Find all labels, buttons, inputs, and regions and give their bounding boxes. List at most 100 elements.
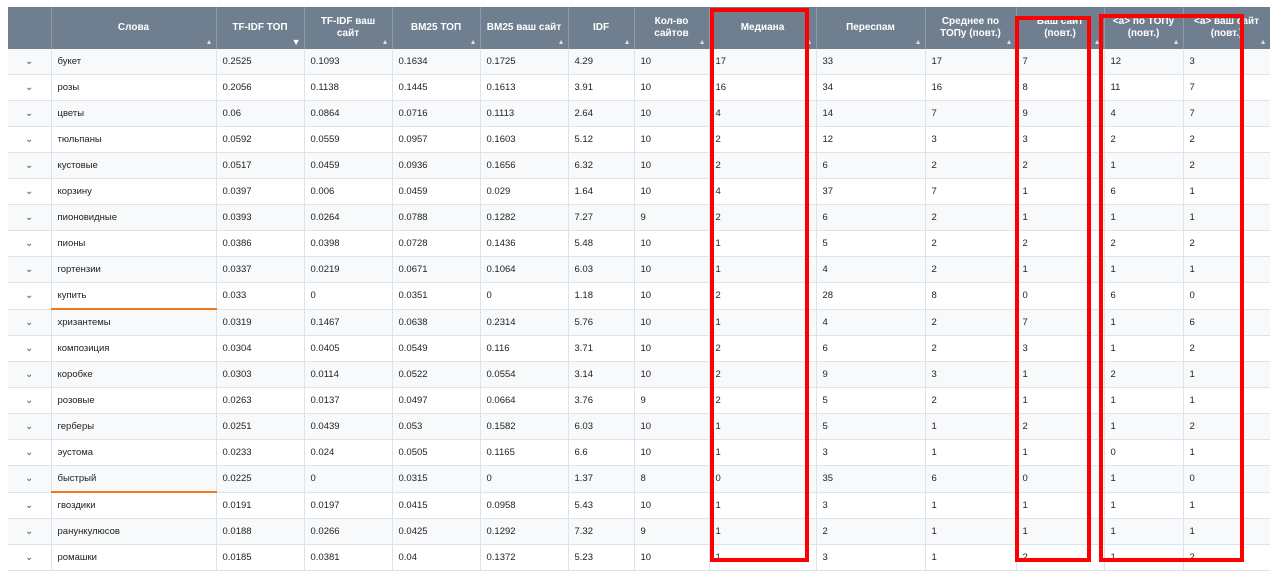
table-row[interactable]: ⌄ коробке 0.0303 0.0114 0.0522 0.0554 3.14 10 2 9…: [8, 361, 1270, 388]
chevron-down-icon[interactable]: ⌄: [8, 230, 52, 257]
chevron-down-icon[interactable]: ⌄: [8, 492, 52, 519]
cell-words: кустовые: [51, 152, 217, 179]
cell-words: купить: [51, 282, 217, 310]
sort-asc-icon[interactable]: ▲: [1173, 39, 1180, 46]
column-header-sites-count[interactable]: Кол-во сайтов ▲: [634, 7, 710, 49]
cell-avg-top: 3: [925, 126, 1017, 153]
table-row[interactable]: ⌄ герберы 0.0251 0.0439 0.053 0.1582 6.03 10 1 5 1…: [8, 413, 1270, 440]
sort-asc-icon[interactable]: ▲: [558, 39, 565, 46]
table-row[interactable]: ⌄ букет 0.2525 0.1093 0.1634 0.1725 4.29 10 17 33…: [8, 49, 1270, 75]
sort-asc-icon[interactable]: ▲: [1094, 39, 1101, 46]
table-row[interactable]: ⌄ кустовые 0.0517 0.0459 0.0936 0.1656 6.32 10 2…: [8, 152, 1270, 179]
cell-bm25-top: 0.0936: [392, 152, 481, 179]
sort-asc-icon[interactable]: ▲: [699, 39, 706, 46]
table-row[interactable]: ⌄ цветы 0.06 0.0864 0.0716 0.1113 2.64 10 4 14 7 9 4…: [8, 100, 1270, 127]
chevron-down-icon[interactable]: ⌄: [8, 309, 52, 336]
table-row[interactable]: ⌄ гвоздики 0.0191 0.0197 0.0415 0.0958 5.43 10 1…: [8, 492, 1270, 519]
chevron-down-icon[interactable]: ⌄: [8, 518, 52, 545]
cell-avg-top: 7: [925, 100, 1017, 127]
table-row[interactable]: ⌄ розовые 0.0263 0.0137 0.0497 0.0664 3.76 9 2 5 2…: [8, 387, 1270, 414]
table-row[interactable]: ⌄ быстрый 0.0225 0 0.0315 0 1.37 8 0 35 6 0 1 0: [8, 465, 1270, 493]
sort-desc-icon[interactable]: ▼: [292, 38, 301, 47]
column-header-label: BM25 ваш сайт: [486, 22, 562, 33]
cell-bm25-top: 0.053: [392, 413, 481, 440]
chevron-down-icon[interactable]: ⌄: [8, 361, 52, 388]
table-row[interactable]: ⌄ розы 0.2056 0.1138 0.1445 0.1613 3.91 10 16 34 1…: [8, 74, 1270, 101]
cell-idf: 6.03: [568, 413, 635, 440]
cell-links-top: 1: [1104, 204, 1184, 231]
chevron-down-icon[interactable]: ⌄: [8, 465, 52, 493]
cell-overspam: 6: [816, 204, 926, 231]
cell-tfidf-top: 0.0303: [216, 361, 305, 388]
column-header-idf[interactable]: IDF ▲: [568, 7, 635, 49]
table-row[interactable]: ⌄ корзину 0.0397 0.006 0.0459 0.029 1.64 10 4 37 7…: [8, 178, 1270, 205]
sort-asc-icon[interactable]: ▲: [1006, 39, 1013, 46]
cell-median: 2: [709, 152, 817, 179]
cell-tfidf-site: 0.0137: [304, 387, 393, 414]
sort-asc-icon[interactable]: ▲: [206, 39, 213, 46]
column-header-links-site[interactable]: <a> ваш сайт (повт.) ▲: [1183, 7, 1270, 49]
table-row[interactable]: ⌄ хризантемы 0.0319 0.1467 0.0638 0.2314 5.76 1…: [8, 309, 1270, 336]
sort-asc-icon[interactable]: ▲: [382, 39, 389, 46]
cell-words: пионы: [51, 230, 217, 257]
sort-asc-icon[interactable]: ▲: [806, 39, 813, 46]
table-row[interactable]: ⌄ купить 0.033 0 0.0351 0 1.18 10 2 28 8 0 6 0: [8, 282, 1270, 310]
chevron-down-icon[interactable]: ⌄: [8, 178, 52, 205]
sort-asc-icon[interactable]: ▲: [915, 39, 922, 46]
cell-tfidf-site: 0.024: [304, 439, 393, 466]
table-row[interactable]: ⌄ пионовидные 0.0393 0.0264 0.0788 0.1282 7.27…: [8, 204, 1270, 231]
column-header-tfidf-site[interactable]: TF-IDF ваш сайт ▲: [304, 7, 393, 49]
chevron-down-icon[interactable]: ⌄: [8, 335, 52, 362]
cell-avg-top: 2: [925, 152, 1017, 179]
chevron-down-icon[interactable]: ⌄: [8, 74, 52, 101]
cell-bm25-site: 0.1113: [480, 100, 569, 127]
table-row[interactable]: ⌄ тюльпаны 0.0592 0.0559 0.0957 0.1603 5.12 10 2…: [8, 126, 1270, 153]
column-header-overspam[interactable]: Переспам ▲: [816, 7, 926, 49]
column-header-avg-top[interactable]: Среднее по ТОПу (повт.) ▲: [925, 7, 1017, 49]
column-header-median[interactable]: Медиана ▲: [709, 7, 817, 49]
column-header-tfidf-top[interactable]: TF-IDF ТОП ▼: [216, 7, 305, 49]
sort-asc-icon[interactable]: ▲: [1260, 39, 1267, 46]
chevron-down-icon[interactable]: ⌄: [8, 204, 52, 231]
cell-bm25-top: 0.0505: [392, 439, 481, 466]
table-row[interactable]: ⌄ эустома 0.0233 0.024 0.0505 0.1165 6.6 10 1 3 1 1…: [8, 439, 1270, 466]
cell-links-top: 1: [1104, 544, 1184, 571]
chevron-down-icon[interactable]: ⌄: [8, 152, 52, 179]
cell-avg-top: 17: [925, 49, 1017, 75]
cell-links-top: 6: [1104, 282, 1184, 310]
sort-asc-icon[interactable]: ▲: [624, 39, 631, 46]
cell-your-site: 2: [1016, 413, 1105, 440]
cell-median: 1: [709, 492, 817, 519]
cell-sites-count: 10: [634, 100, 710, 127]
cell-bm25-top: 0.0728: [392, 230, 481, 257]
cell-tfidf-site: 0.0264: [304, 204, 393, 231]
cell-median: 2: [709, 361, 817, 388]
chevron-down-icon[interactable]: ⌄: [8, 256, 52, 283]
cell-links-top: 1: [1104, 387, 1184, 414]
column-header-bm25-top[interactable]: BM25 ТОП ▲: [392, 7, 481, 49]
cell-bm25-site: 0.116: [480, 335, 569, 362]
cell-overspam: 28: [816, 282, 926, 310]
column-header-links-top[interactable]: <a> по ТОПу (повт.) ▲: [1104, 7, 1184, 49]
chevron-down-icon[interactable]: ⌄: [8, 282, 52, 310]
table-row[interactable]: ⌄ композиция 0.0304 0.0405 0.0549 0.116 3.71 10…: [8, 335, 1270, 362]
chevron-down-icon[interactable]: ⌄: [8, 544, 52, 571]
table-row[interactable]: ⌄ гортензии 0.0337 0.0219 0.0671 0.1064 6.03 10…: [8, 256, 1270, 283]
cell-idf: 6.32: [568, 152, 635, 179]
cell-links-top: 1: [1104, 256, 1184, 283]
column-header-words[interactable]: Слова ▲: [51, 7, 217, 49]
cell-links-site: 6: [1183, 309, 1270, 336]
chevron-down-icon[interactable]: ⌄: [8, 126, 52, 153]
cell-tfidf-site: 0.1467: [304, 309, 393, 336]
sort-asc-icon[interactable]: ▲: [470, 39, 477, 46]
chevron-down-icon[interactable]: ⌄: [8, 49, 52, 75]
chevron-down-icon[interactable]: ⌄: [8, 439, 52, 466]
chevron-down-icon[interactable]: ⌄: [8, 413, 52, 440]
table-row[interactable]: ⌄ ромашки 0.0185 0.0381 0.04 0.1372 5.23 10 1 3 1 2…: [8, 544, 1270, 571]
table-row[interactable]: ⌄ пионы 0.0386 0.0398 0.0728 0.1436 5.48 10 1 5 2 2…: [8, 230, 1270, 257]
chevron-down-icon[interactable]: ⌄: [8, 100, 52, 127]
column-header-bm25-site[interactable]: BM25 ваш сайт ▲: [480, 7, 569, 49]
table-row[interactable]: ⌄ ранункулюсов 0.0188 0.0266 0.0425 0.1292 7.3…: [8, 518, 1270, 545]
column-header-your-site[interactable]: Ваш сайт (повт.) ▲: [1016, 7, 1105, 49]
chevron-down-icon[interactable]: ⌄: [8, 387, 52, 414]
